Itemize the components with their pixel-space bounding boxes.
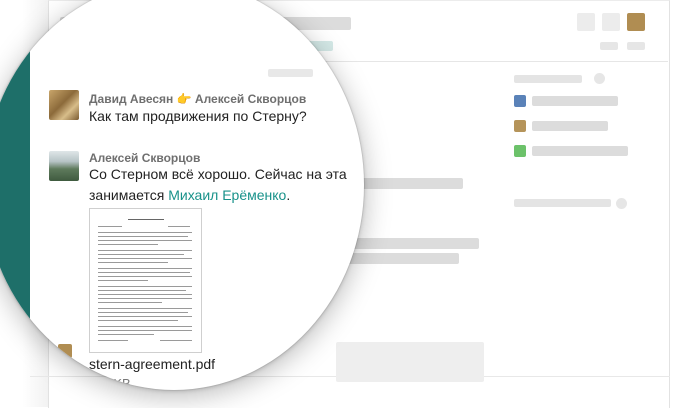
right-panel-heading-placeholder-2 xyxy=(514,199,611,207)
attachment-filename[interactable]: stern-agreement.pdf xyxy=(89,356,215,372)
attachment-size: 110 KB xyxy=(89,376,131,390)
channel-name-placeholder-2[interactable] xyxy=(532,121,608,131)
mention-link[interactable]: Михаил Ерёменко xyxy=(168,187,286,203)
right-panel-heading-placeholder xyxy=(514,75,582,83)
channel-color-green xyxy=(514,145,526,157)
header-icon-button-1[interactable] xyxy=(577,13,595,31)
channel-name-placeholder-1[interactable] xyxy=(532,96,618,106)
right-panel-dot-1 xyxy=(594,73,605,84)
message-text-line-2: занимается Михаил Ерёменко. xyxy=(89,185,290,206)
message-text: Как там продвижения по Стерну? xyxy=(89,108,307,124)
avatar-david[interactable] xyxy=(49,90,79,120)
message-text-line-1: Со Стерном всё хорошо. Сейчас на эта xyxy=(89,166,347,182)
right-panel-dot-2 xyxy=(616,198,627,209)
channel-color-blue xyxy=(514,95,526,107)
avatar-partial xyxy=(58,344,72,358)
header-icon-button-2[interactable] xyxy=(602,13,620,31)
header-small-placeholder-2 xyxy=(627,42,645,50)
message-author[interactable]: Давид Авесян xyxy=(89,92,173,106)
reply-arrow-icon: 👉 xyxy=(176,92,192,106)
message-recipient[interactable]: Алексей Скворцов xyxy=(195,92,306,106)
header-small-placeholder-1 xyxy=(600,42,618,50)
magnifier-lens: Давид Авесян 👉 Алексей Скворцов Как там … xyxy=(0,0,364,390)
message-input-placeholder xyxy=(336,342,364,382)
date-separator-placeholder xyxy=(268,69,313,77)
message-text-prefix: занимается xyxy=(89,187,169,203)
channel-color-brown xyxy=(514,120,526,132)
channel-name-placeholder-3[interactable] xyxy=(532,146,628,156)
message-author[interactable]: Алексей Скворцов xyxy=(89,151,200,165)
message-text-suffix: . xyxy=(286,187,291,203)
message-1-header: Давид Авесян 👉 Алексей Скворцов xyxy=(89,92,306,106)
header-avatar[interactable] xyxy=(627,13,645,31)
avatar-alexey[interactable] xyxy=(49,151,79,181)
attachment-preview[interactable] xyxy=(89,208,202,353)
sidebar xyxy=(0,0,30,390)
